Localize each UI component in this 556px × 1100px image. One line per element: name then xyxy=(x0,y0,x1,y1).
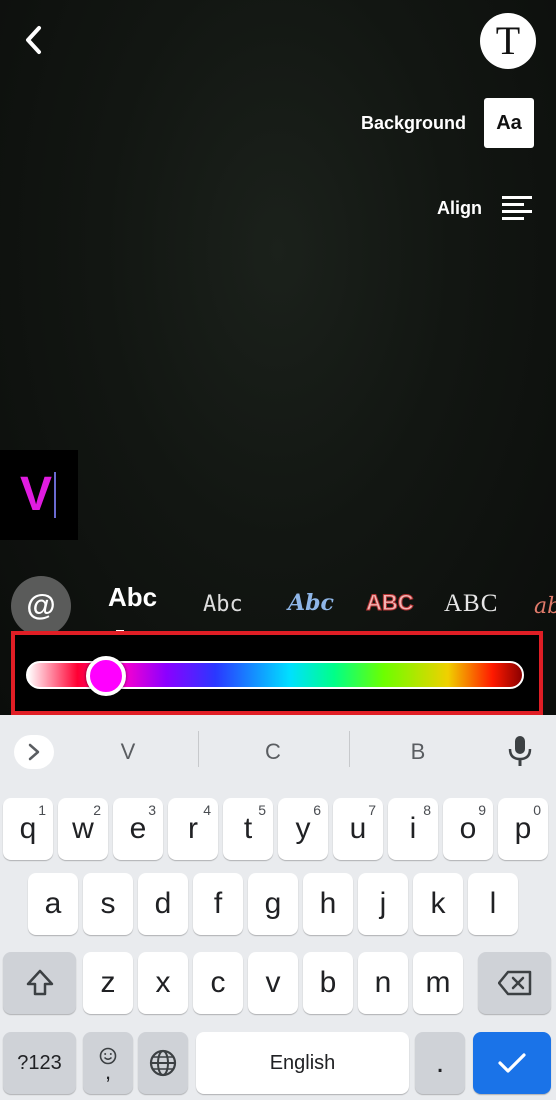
key-v[interactable]: v xyxy=(248,952,298,1014)
font-style-script[interactable]: ab xyxy=(534,594,556,619)
font-style-serif-caps[interactable]: ABC xyxy=(444,590,498,618)
caption-text: V xyxy=(20,468,53,521)
background-label: Background xyxy=(360,112,466,133)
suggestion-1[interactable]: V xyxy=(53,739,203,765)
key-g[interactable]: g xyxy=(248,873,298,935)
comma-label: , xyxy=(104,1059,112,1084)
key-c[interactable]: c xyxy=(193,952,243,1014)
checkmark-icon xyxy=(498,1053,526,1073)
key-w[interactable]: w2 xyxy=(58,798,108,860)
key-z[interactable]: z xyxy=(83,952,133,1014)
key-p[interactable]: p0 xyxy=(498,798,548,860)
symbols-key[interactable]: ?123 xyxy=(3,1032,76,1094)
expand-toolbar-button[interactable] xyxy=(14,735,54,769)
key-b[interactable]: b xyxy=(303,952,353,1014)
key-d[interactable]: d xyxy=(138,873,188,935)
key-f[interactable]: f xyxy=(193,873,243,935)
period-key[interactable]: . xyxy=(415,1032,465,1094)
keyboard: V C B q1 w2 e3 r4 t5 y6 u7 i8 o9 p0 a s … xyxy=(0,715,556,1100)
font-style-typewriter[interactable]: Abc xyxy=(203,592,243,617)
key-h[interactable]: h xyxy=(303,873,353,935)
enter-key[interactable] xyxy=(473,1032,551,1094)
key-e[interactable]: e3 xyxy=(113,798,163,860)
background-option[interactable]: Background Aa xyxy=(361,98,534,148)
key-t[interactable]: t5 xyxy=(223,798,273,860)
font-style-bold[interactable]: Abc xyxy=(108,582,157,613)
suggestion-2[interactable]: C xyxy=(198,739,348,765)
key-i[interactable]: i8 xyxy=(388,798,438,860)
backspace-icon xyxy=(497,970,531,996)
caption-text-box[interactable]: V xyxy=(0,450,78,540)
highlight-annotation-box xyxy=(11,631,543,715)
key-k[interactable]: k xyxy=(413,873,463,935)
key-u[interactable]: u7 xyxy=(333,798,383,860)
chevron-right-icon xyxy=(28,743,40,761)
suggestion-bar: V C B xyxy=(0,715,556,771)
key-a[interactable]: a xyxy=(28,873,78,935)
key-m[interactable]: m xyxy=(413,952,463,1014)
background-style-button[interactable]: Aa xyxy=(484,98,534,148)
text-tool-glyph: T xyxy=(495,18,521,63)
font-style-outline[interactable]: ABC xyxy=(366,590,415,616)
space-key[interactable]: English xyxy=(196,1032,409,1094)
key-l[interactable]: l xyxy=(468,873,518,935)
globe-icon xyxy=(149,1049,177,1077)
key-r[interactable]: r4 xyxy=(168,798,218,860)
shift-icon xyxy=(26,969,53,996)
text-tool-button[interactable]: T xyxy=(480,13,536,69)
align-label: Align xyxy=(437,197,482,218)
key-s[interactable]: s xyxy=(83,873,133,935)
microphone-icon[interactable] xyxy=(506,735,534,769)
font-style-gothic[interactable]: Abc xyxy=(288,590,334,616)
align-option[interactable]: Align xyxy=(437,191,534,225)
key-o[interactable]: o9 xyxy=(443,798,493,860)
key-x[interactable]: x xyxy=(138,952,188,1014)
key-q[interactable]: q1 xyxy=(3,798,53,860)
key-n[interactable]: n xyxy=(358,952,408,1014)
backspace-key[interactable] xyxy=(478,952,551,1014)
emoji-key[interactable]: , xyxy=(83,1032,133,1094)
align-left-icon[interactable] xyxy=(500,191,534,225)
mention-button[interactable]: @ xyxy=(11,576,71,636)
font-style-row: @ Abc Abc Abc ABC ABC ab xyxy=(0,572,556,636)
key-y[interactable]: y6 xyxy=(278,798,328,860)
text-caret xyxy=(54,472,57,518)
shift-key[interactable] xyxy=(3,952,76,1014)
chevron-left-icon xyxy=(26,26,41,54)
back-button[interactable] xyxy=(14,20,54,60)
key-j[interactable]: j xyxy=(358,873,408,935)
suggestion-3[interactable]: B xyxy=(343,739,493,765)
language-key[interactable] xyxy=(138,1032,188,1094)
